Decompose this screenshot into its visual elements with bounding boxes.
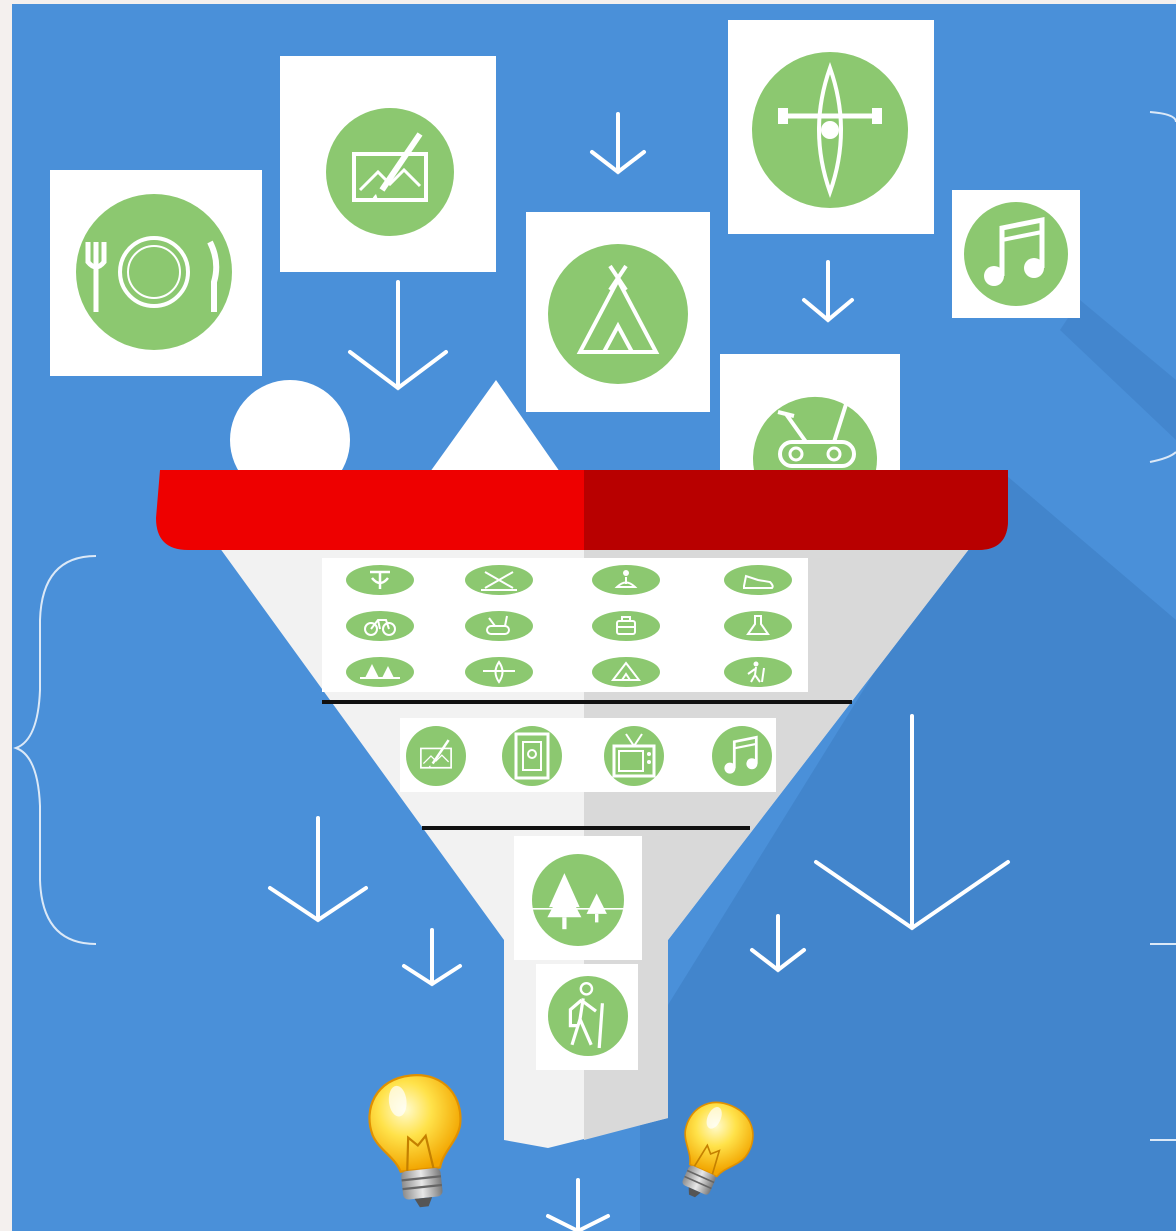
activity-card-dining [50,170,262,376]
activity-card-music [952,190,1080,318]
diagram-canvas [12,4,1176,1231]
activity-card-camping [526,212,710,412]
funnel-top-tier [322,558,808,692]
funnel-diagram [0,0,1176,1231]
funnel-rim-shade [584,470,1008,550]
activity-card-kayaking [728,20,934,234]
activity-card-cycling-exercise [720,354,900,470]
funnel-middle-tier [400,718,776,792]
activity-card-painting [280,56,496,272]
